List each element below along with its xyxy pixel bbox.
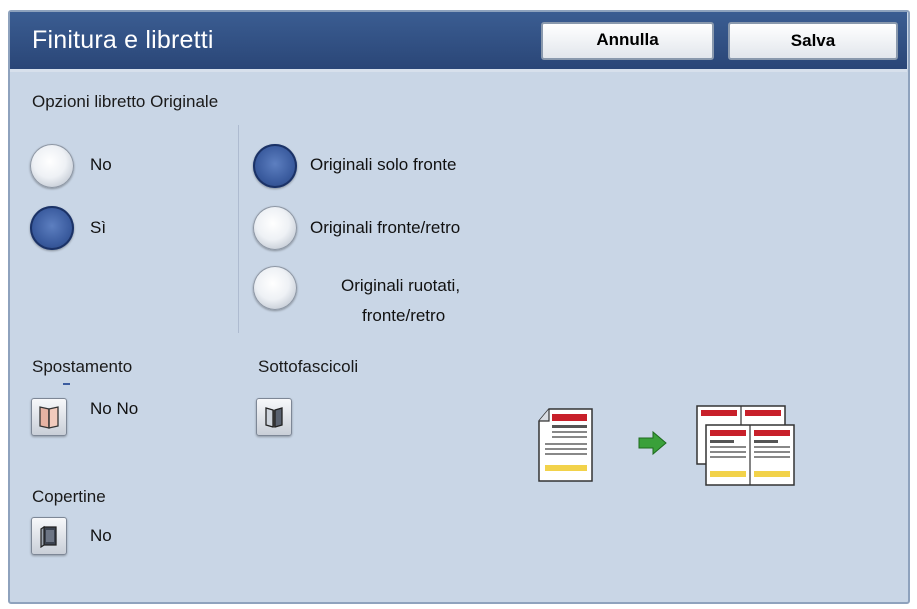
original-page-icon — [538, 408, 593, 482]
booklet-no-radio[interactable] — [30, 144, 74, 188]
covers-value: No — [90, 526, 112, 545]
shift-button[interactable] — [31, 398, 67, 436]
single-original-to-booklet-illustration — [538, 405, 795, 486]
two-sided-originals-radio[interactable] — [253, 206, 297, 250]
booklet-spread-icon — [696, 405, 795, 486]
two-sided-originals-label: Originali fronte/retro — [310, 218, 461, 237]
cancel-button[interactable]: Annulla — [541, 22, 714, 60]
single-sided-originals-label: Originali solo fronte — [310, 155, 457, 174]
covers-label: Copertine — [32, 487, 106, 506]
booklet-subsets-icon — [265, 407, 283, 428]
shift-indicator — [63, 383, 70, 385]
booklet-no-label: No — [90, 155, 112, 174]
arrow-right-icon — [638, 430, 667, 456]
rotated-two-sided-originals-radio[interactable] — [253, 266, 297, 310]
subsets-button[interactable] — [256, 398, 292, 436]
options-divider — [238, 125, 239, 333]
booklet-cover-icon — [40, 525, 57, 548]
booklet-shift-icon — [39, 406, 59, 429]
shift-label: Spostamento — [32, 357, 133, 376]
title-bar: Finitura e libretti Annulla Salva — [10, 12, 907, 72]
single-sided-originals-radio[interactable] — [253, 144, 297, 188]
booklet-yes-radio[interactable] — [30, 206, 74, 250]
covers-button[interactable] — [31, 517, 67, 555]
save-button[interactable]: Salva — [728, 22, 898, 60]
subsets-label: Sottofascicoli — [258, 357, 359, 376]
original-booklet-options-label: Opzioni libretto Originale — [32, 92, 219, 111]
booklet-yes-label: Sì — [90, 218, 107, 237]
page-title: Finitura e libretti — [32, 26, 214, 54]
shift-value: No No — [90, 399, 139, 418]
rotated-originals-label-line2: fronte/retro — [362, 306, 446, 325]
rotated-originals-label-line1: Originali ruotati, — [341, 276, 461, 295]
